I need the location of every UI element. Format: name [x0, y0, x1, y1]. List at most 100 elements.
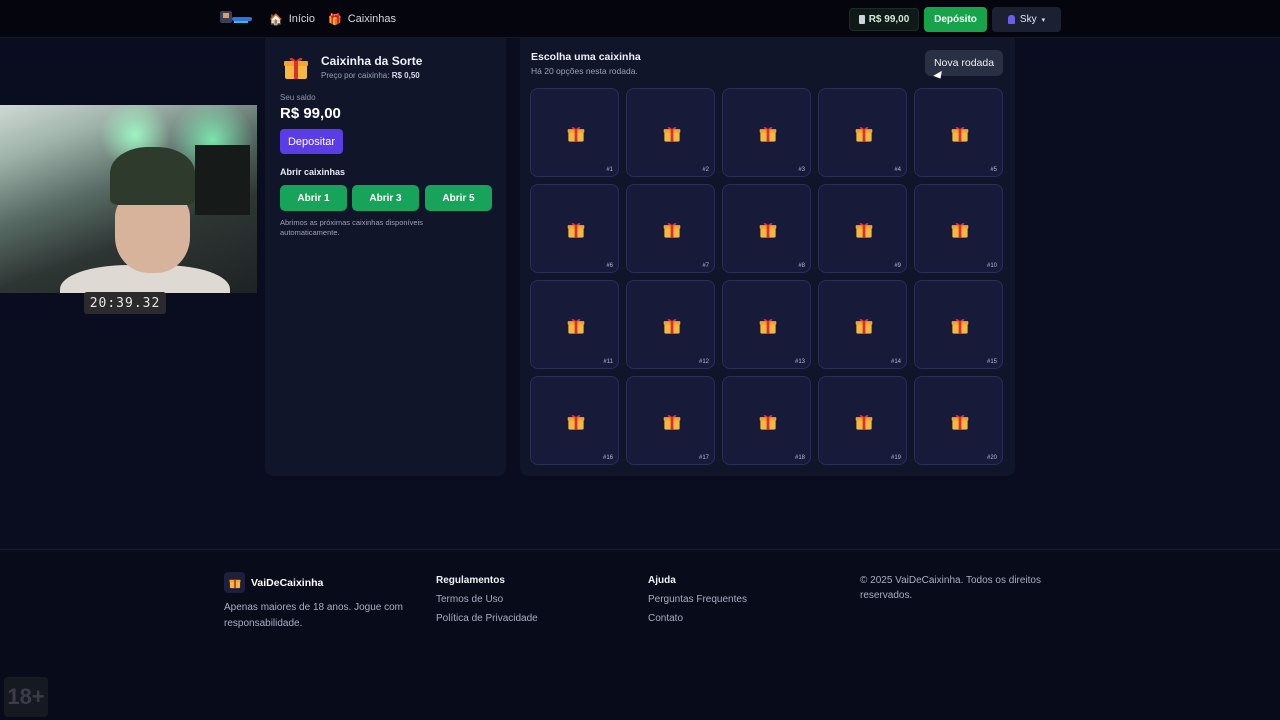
- box-card[interactable]: #3: [722, 88, 811, 177]
- nav-boxes-label: Caixinhas: [347, 13, 397, 25]
- nav-home-link[interactable]: 🏠 Início: [269, 0, 315, 38]
- box-card[interactable]: #12: [626, 280, 715, 369]
- box-number: #2: [702, 167, 709, 173]
- box-card[interactable]: #5: [914, 88, 1003, 177]
- auto-open-note: Abrimos as próximas caixinhas disponívei…: [280, 218, 423, 237]
- gift-icon: [759, 413, 777, 431]
- gift-icon: [855, 413, 873, 431]
- user-menu-button[interactable]: Sky ▾: [992, 7, 1061, 32]
- footer-description: Apenas maiores de 18 anos. Jogue com res…: [224, 602, 403, 629]
- balance-pill[interactable]: R$ 99,00: [849, 8, 919, 31]
- box-number: #4: [894, 167, 901, 173]
- box-number: #19: [890, 455, 901, 461]
- box-card[interactable]: #9: [818, 184, 907, 273]
- chevron-down-icon: ▾: [1041, 16, 1046, 24]
- box-card[interactable]: #10: [914, 184, 1003, 273]
- box-number: #10: [986, 263, 997, 269]
- gift-icon: [567, 413, 585, 431]
- box-card[interactable]: #2: [626, 88, 715, 177]
- gift-icon: [663, 221, 681, 239]
- footer-link-terms[interactable]: Termos de Uso: [436, 594, 503, 605]
- footer-regulations-title: Regulamentos: [436, 575, 505, 586]
- nav-boxes-link[interactable]: 🎁 Caixinhas: [328, 0, 396, 38]
- gift-icon: [759, 317, 777, 335]
- box-card[interactable]: #1: [530, 88, 619, 177]
- box-number: #6: [606, 263, 613, 269]
- box-card[interactable]: #16: [530, 376, 619, 465]
- deposit-button[interactable]: Depósito: [924, 7, 987, 32]
- box-card[interactable]: #4: [818, 88, 907, 177]
- gift-icon: [951, 125, 969, 143]
- balance-amount: R$ 99,00: [868, 14, 910, 25]
- gift-icon: [567, 317, 585, 335]
- wallet-icon: [858, 15, 865, 24]
- gift-icon: [759, 221, 777, 239]
- gift-icon: [951, 413, 969, 431]
- box-card[interactable]: #19: [818, 376, 907, 465]
- site-logo[interactable]: [218, 9, 254, 27]
- box-number: #15: [986, 359, 997, 365]
- footer-link-faq[interactable]: Perguntas Frequentes: [648, 594, 747, 605]
- box-number: #14: [890, 359, 901, 365]
- depositar-button[interactable]: Depositar: [280, 129, 343, 154]
- box-grid: #1 #2 #3 #4 #5 #6 #7 #8 #9 #10 #11 #12 #13 #14 #15 #16 #…: [530, 88, 1005, 466]
- box-number: #1: [606, 167, 613, 173]
- webcam-overlay: [0, 105, 257, 293]
- box-card[interactable]: #7: [626, 184, 715, 273]
- grid-subtitle: Há 20 opções nesta rodada.: [531, 66, 638, 76]
- box-card[interactable]: #6: [530, 184, 619, 273]
- box-number: #3: [798, 167, 805, 173]
- user-name: Sky: [1019, 14, 1037, 25]
- box-number: #13: [794, 359, 805, 365]
- top-nav: 🏠 Início 🎁 Caixinhas R$ 99,00 Depósito S…: [0, 0, 1280, 38]
- box-number: #20: [986, 455, 997, 461]
- gift-icon: [855, 125, 873, 143]
- box-card[interactable]: #17: [626, 376, 715, 465]
- box-number: #7: [702, 263, 709, 269]
- gift-icon: [855, 221, 873, 239]
- box-number: #12: [698, 359, 709, 365]
- game-title: Caixinha da Sorte: [321, 54, 423, 68]
- footer-copyright: © 2025 VaiDeCaixinha. Todos os direitos …: [860, 575, 1041, 601]
- open-5-button[interactable]: Abrir 5: [425, 185, 492, 211]
- gift-icon: [567, 125, 585, 143]
- gift-icon: [759, 125, 777, 143]
- nav-home-label: Início: [288, 13, 315, 25]
- footer-logo[interactable]: [224, 572, 245, 593]
- home-icon: 🏠: [269, 13, 283, 26]
- box-number: #8: [798, 263, 805, 269]
- footer-help-title: Ajuda: [648, 575, 676, 586]
- box-number: #17: [698, 455, 709, 461]
- new-round-button[interactable]: Nova rodada: [925, 50, 1003, 76]
- box-number: #18: [794, 455, 805, 461]
- box-selection-panel: Escolha uma caixinha Há 20 opções nesta …: [520, 38, 1015, 476]
- open-boxes-label: Abrir caixinhas: [280, 167, 346, 177]
- footer: VaiDeCaixinha Apenas maiores de 18 anos.…: [0, 549, 1280, 720]
- box-card[interactable]: #8: [722, 184, 811, 273]
- box-card[interactable]: #14: [818, 280, 907, 369]
- box-card[interactable]: #15: [914, 280, 1003, 369]
- gift-icon: [284, 57, 308, 79]
- price-label: Preço por caixinha:: [321, 71, 390, 80]
- footer-link-privacy[interactable]: Política de Privacidade: [436, 613, 538, 624]
- gift-icon: [855, 317, 873, 335]
- gift-icon: [567, 221, 585, 239]
- open-1-button[interactable]: Abrir 1: [280, 185, 347, 211]
- gift-icon: 🎁: [328, 13, 342, 26]
- price-per-box: Preço por caixinha: R$ 0,50: [321, 71, 420, 80]
- gift-icon: [663, 317, 681, 335]
- box-card[interactable]: #11: [530, 280, 619, 369]
- footer-brand: VaiDeCaixinha: [251, 577, 324, 589]
- box-card[interactable]: #18: [722, 376, 811, 465]
- box-card[interactable]: #20: [914, 376, 1003, 465]
- box-number: #16: [602, 455, 613, 461]
- box-card[interactable]: #13: [722, 280, 811, 369]
- gift-icon: [951, 221, 969, 239]
- gift-icon: [663, 125, 681, 143]
- open-3-button[interactable]: Abrir 3: [352, 185, 419, 211]
- footer-link-contact[interactable]: Contato: [648, 613, 683, 624]
- gift-icon: [951, 317, 969, 335]
- grid-title: Escolha uma caixinha: [531, 51, 641, 63]
- age-restriction-badge: 18+: [4, 677, 48, 717]
- box-number: #11: [603, 359, 613, 365]
